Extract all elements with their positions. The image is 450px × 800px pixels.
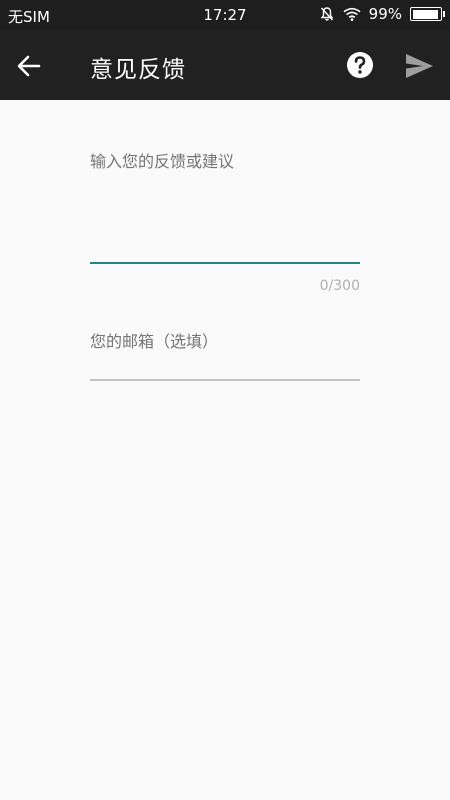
email-placeholder: 您的邮箱（选填） — [90, 332, 219, 351]
back-button[interactable] — [14, 51, 44, 81]
feedback-placeholder: 输入您的反馈或建议 — [90, 152, 235, 171]
email-input-underline — [90, 379, 360, 381]
status-bar: 无SIM 17:27 99% — [0, 0, 450, 30]
feedback-input-underline — [90, 262, 360, 264]
battery-tip — [443, 11, 445, 17]
email-input[interactable]: 您的邮箱（选填） — [90, 318, 360, 380]
send-icon — [406, 54, 433, 78]
back-arrow-icon — [17, 55, 41, 77]
feedback-input[interactable]: 输入您的反馈或建议 — [90, 130, 360, 265]
send-button[interactable] — [404, 52, 434, 80]
mute-bell-icon — [319, 6, 335, 22]
feedback-screen: 无SIM 17:27 99% 意见反馈 输入您的反馈或建议 0/300 您的邮箱… — [0, 0, 450, 800]
battery-icon — [410, 7, 445, 21]
wifi-icon — [343, 7, 361, 21]
battery-percent: 99% — [368, 5, 402, 23]
page-title: 意见反馈 — [90, 57, 186, 83]
app-bar: 意见反馈 — [0, 30, 450, 100]
help-button[interactable] — [346, 51, 374, 79]
battery-level-fill — [412, 9, 439, 19]
character-counter: 0/300 — [319, 278, 360, 294]
status-indicators: 99% — [319, 5, 445, 23]
help-icon — [347, 52, 373, 78]
